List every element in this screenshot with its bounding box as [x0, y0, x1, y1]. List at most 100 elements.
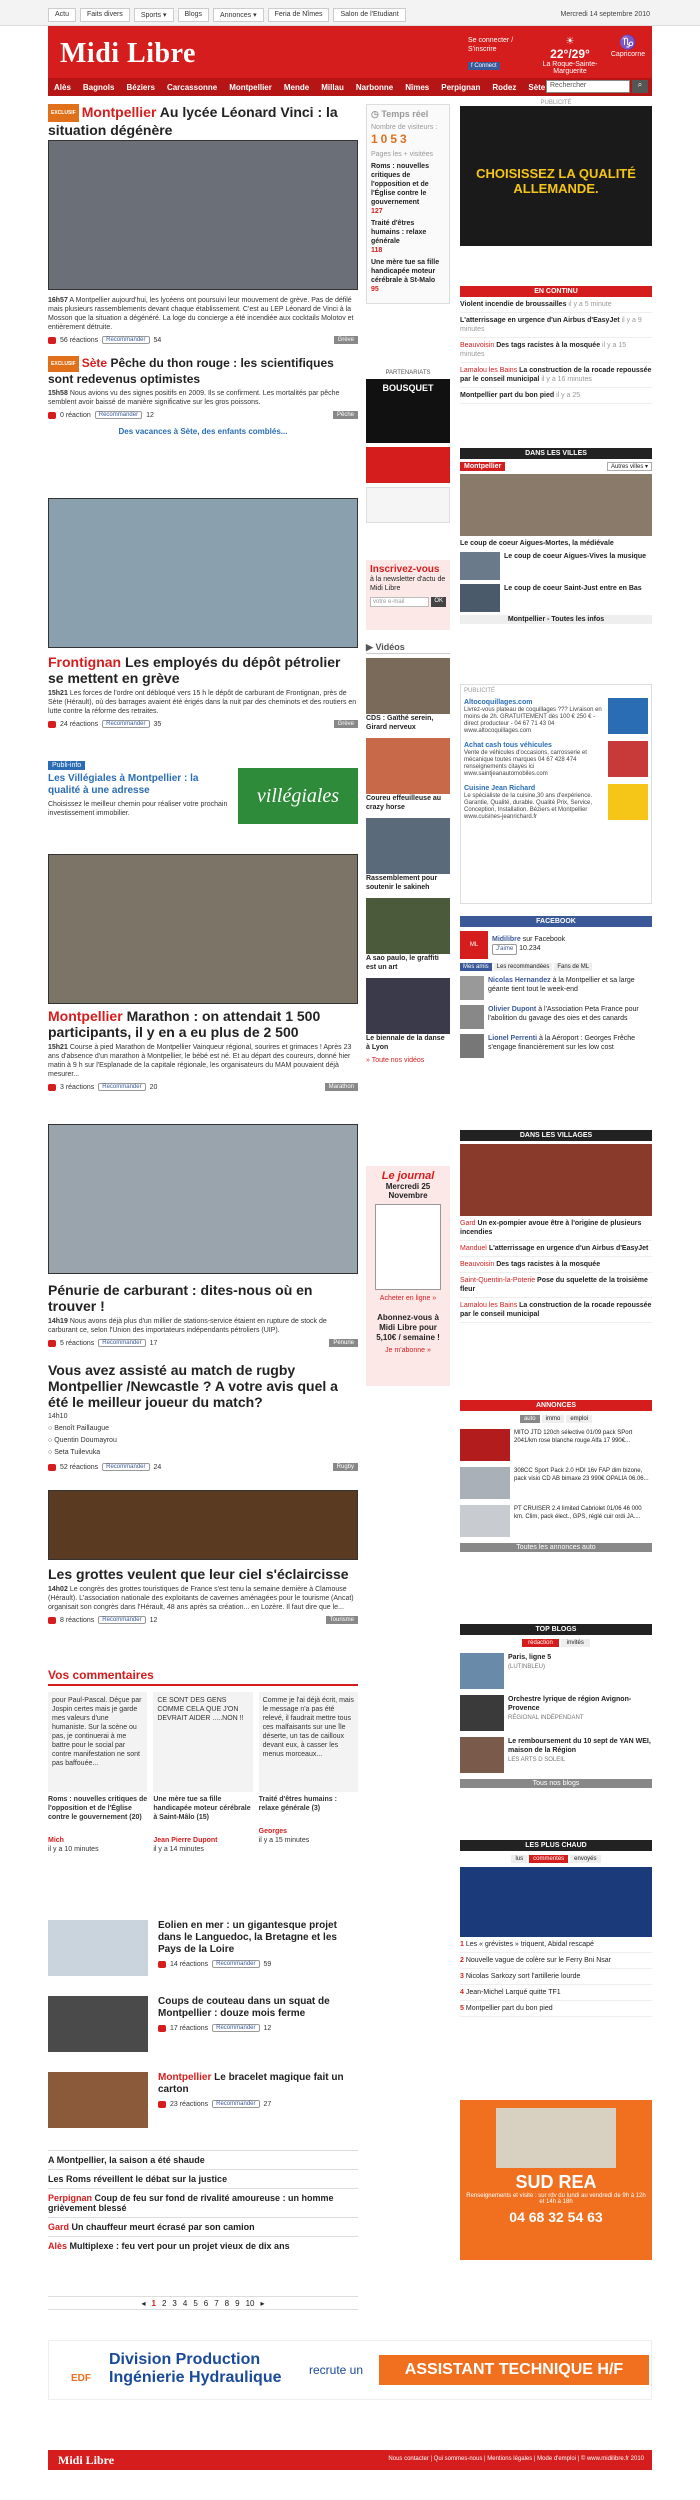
chaud-tab[interactable]: lus [511, 1855, 528, 1863]
headline-city[interactable]: Alès [48, 2241, 67, 2251]
comment-article-link[interactable]: Roms : nouvelles critiques de l'oppositi… [48, 1795, 147, 1822]
villes-city-tab[interactable]: Montpellier [460, 462, 506, 471]
nav-bagnols[interactable]: Bagnols [77, 83, 121, 92]
footer-links[interactable]: Nous contacter | Qui sommes-nous | Menti… [388, 2456, 644, 2462]
journal-buy-link[interactable]: Acheter en ligne » [370, 1294, 446, 1303]
article-city[interactable]: Montpellier [82, 104, 157, 120]
recommend-button[interactable]: Recommander [212, 1960, 260, 1968]
article-photo[interactable] [48, 1124, 358, 1274]
poll-option[interactable]: ○ Quentin Doumayrou [48, 1436, 358, 1445]
continu-item[interactable]: Violent incendie de broussailles il y a … [460, 297, 652, 313]
villages-item[interactable]: Manduel L'atterrissage en urgence d'un A… [460, 1241, 652, 1257]
villages-item[interactable]: Saint-Quentin-la-Poterie Pose du squelet… [460, 1273, 652, 1298]
blog-title[interactable]: Paris, ligne 5 [508, 1654, 551, 1661]
villages-item[interactable]: Lamalou les Bains La construction de la … [460, 1298, 652, 1323]
annonce-text[interactable]: 308CC Sport Pack 2.0 HDI 16v FAP dim biz… [514, 1467, 652, 1499]
headline-city[interactable]: Gard [48, 2222, 69, 2232]
video-title[interactable]: CDS : Gaïthé serein, Girard nerveux [366, 714, 450, 732]
video-title[interactable]: Coureu effeuilleuse au crazy horse [366, 794, 450, 812]
recommend-button[interactable]: Recommander [98, 1339, 146, 1347]
continu-item[interactable]: Lamalou les Bains La construction de la … [460, 363, 652, 388]
page-link[interactable]: 7 [214, 2299, 218, 2308]
blogs-tab[interactable]: rédaction [522, 1639, 559, 1647]
villages-item[interactable]: Beauvoisin Des tags racistes à la mosqué… [460, 1257, 652, 1273]
fb-user[interactable]: Olivier Dupont [488, 1006, 536, 1013]
comment-user[interactable]: Jean Pierre Dupont [153, 1837, 217, 1844]
villegiales-logo[interactable]: villégiales [238, 768, 358, 824]
nav-montpellier[interactable]: Montpellier [223, 83, 278, 92]
section-badge[interactable]: Pénurie [329, 1339, 358, 1347]
nav-ales[interactable]: Alès [48, 83, 77, 92]
video-thumb[interactable] [366, 658, 450, 714]
fb-page-name[interactable]: Midilibre [492, 936, 521, 943]
chaud-tab[interactable]: envoyés [570, 1855, 601, 1863]
tab-annonces[interactable]: Annonces ▾ [213, 8, 264, 22]
ad-title[interactable]: Achat cash tous véhicules [464, 741, 604, 750]
article-thumb[interactable] [48, 2072, 148, 2128]
fb-like-button[interactable]: J'aime [492, 944, 518, 955]
reactions-link[interactable]: 0 réaction [60, 412, 91, 419]
midilibre-avatar[interactable]: ML [460, 931, 488, 959]
blogs-tab[interactable]: invités [560, 1639, 590, 1647]
reactions-link[interactable]: 8 réactions [60, 1617, 94, 1624]
most-visited-item[interactable]: Une mère tue sa fille handicapée moteur … [371, 258, 445, 294]
annonce-text[interactable]: PT CRUISER 2.4 limited Cabriolet 01/06 4… [514, 1505, 652, 1537]
nav-perpignan[interactable]: Perpignan [435, 83, 486, 92]
reactions-link[interactable]: 17 réactions [170, 2025, 208, 2032]
video-thumb[interactable] [366, 978, 450, 1034]
page-link[interactable]: 6 [204, 2299, 208, 2308]
journal-cover[interactable] [375, 1204, 441, 1290]
poll-option[interactable]: ○ Benoît Paillaugue [48, 1424, 358, 1433]
reactions-link[interactable]: 23 réactions [170, 2101, 208, 2108]
article-title[interactable]: Pénurie de carburant : dites-nous où en … [48, 1282, 312, 1314]
tab-actu[interactable]: Actu [48, 8, 77, 22]
facebook-connect-button[interactable]: f Connect [468, 62, 500, 70]
section-badge[interactable]: Pêche [332, 411, 358, 419]
car-thumb[interactable] [460, 1429, 510, 1461]
recommend-button[interactable]: Recommander [212, 2100, 260, 2108]
recommend-button[interactable]: Recommander [102, 720, 150, 728]
annonces-tab[interactable]: emploi [566, 1415, 593, 1423]
comment-article-link[interactable]: Une mère tue sa fille handicapée moteur … [153, 1795, 252, 1822]
fb-user[interactable]: Lionel Perrenti [488, 1035, 537, 1042]
tab-salon[interactable]: Salon de l'Etudiant [333, 8, 406, 22]
article-city[interactable]: Sète [82, 356, 107, 370]
search-input[interactable]: Rechercher [546, 80, 630, 93]
chaud-tab[interactable]: commentés [529, 1855, 569, 1863]
page-link[interactable]: 4 [183, 2299, 187, 2308]
section-badge[interactable]: Tourisme [325, 1616, 358, 1624]
annonces-tab[interactable]: immo [541, 1415, 565, 1423]
newsletter-email-input[interactable]: votre e-mail [370, 597, 430, 607]
section-badge[interactable]: Rugby [332, 1463, 358, 1471]
recommend-button[interactable]: Recommander [98, 1083, 146, 1091]
continu-item[interactable]: L'atterrissage en urgence d'un Airbus d'… [460, 313, 652, 338]
video-thumb[interactable] [366, 898, 450, 954]
next-arrow-icon[interactable]: ▸ [260, 2299, 264, 2308]
headline-title[interactable]: Multiplexe : feu vert pour un projet vie… [70, 2241, 290, 2251]
villages-photo[interactable] [460, 1144, 652, 1216]
chaud-item[interactable]: 4 Jean-Michel Larqué quitte TF1 [460, 1985, 652, 2001]
video-title[interactable]: A sao paulo, le graffiti est un art [366, 954, 450, 972]
villes-all-link[interactable]: Montpellier - Toutes les infos [460, 615, 652, 624]
related-link[interactable]: Des vacances à Sète, des enfants comblés… [48, 427, 358, 436]
blog-title[interactable]: Le remboursement du 10 sept de YAN WEI, … [508, 1738, 651, 1754]
fb-tab[interactable]: Fans de ML [554, 963, 593, 971]
article-title[interactable]: Eolien en mer : un gigantesque projet da… [158, 1920, 358, 1956]
page-link[interactable]: 3 [172, 2299, 176, 2308]
section-badge[interactable]: Grève [333, 720, 358, 728]
tab-feria[interactable]: Feria de Nîmes [267, 8, 330, 22]
chaud-item[interactable]: 3 Nicolas Sarkozy sort l'artillerie lour… [460, 1969, 652, 1985]
headline-title[interactable]: Un chauffeur meurt écrasé par son camion [72, 2222, 255, 2232]
article-thumb[interactable] [48, 1920, 148, 1976]
reactions-link[interactable]: 52 réactions [60, 1464, 98, 1471]
edf-banner[interactable]: EDF Division Production Ingénierie Hydra… [48, 2340, 652, 2400]
car-thumb[interactable] [460, 1467, 510, 1499]
section-badge[interactable]: Grève [333, 336, 358, 344]
continu-item[interactable]: Beauvoisin Des tags racistes à la mosqué… [460, 338, 652, 363]
ad-title[interactable]: Cuisine Jean Richard [464, 784, 604, 793]
nav-millau[interactable]: Millau [315, 83, 350, 92]
page-link[interactable]: 5 [193, 2299, 197, 2308]
continu-item[interactable]: Montpellier part du bon pied il y a 25 [460, 388, 652, 404]
nav-nimes[interactable]: Nîmes [399, 83, 435, 92]
villes-photo[interactable] [460, 474, 652, 536]
